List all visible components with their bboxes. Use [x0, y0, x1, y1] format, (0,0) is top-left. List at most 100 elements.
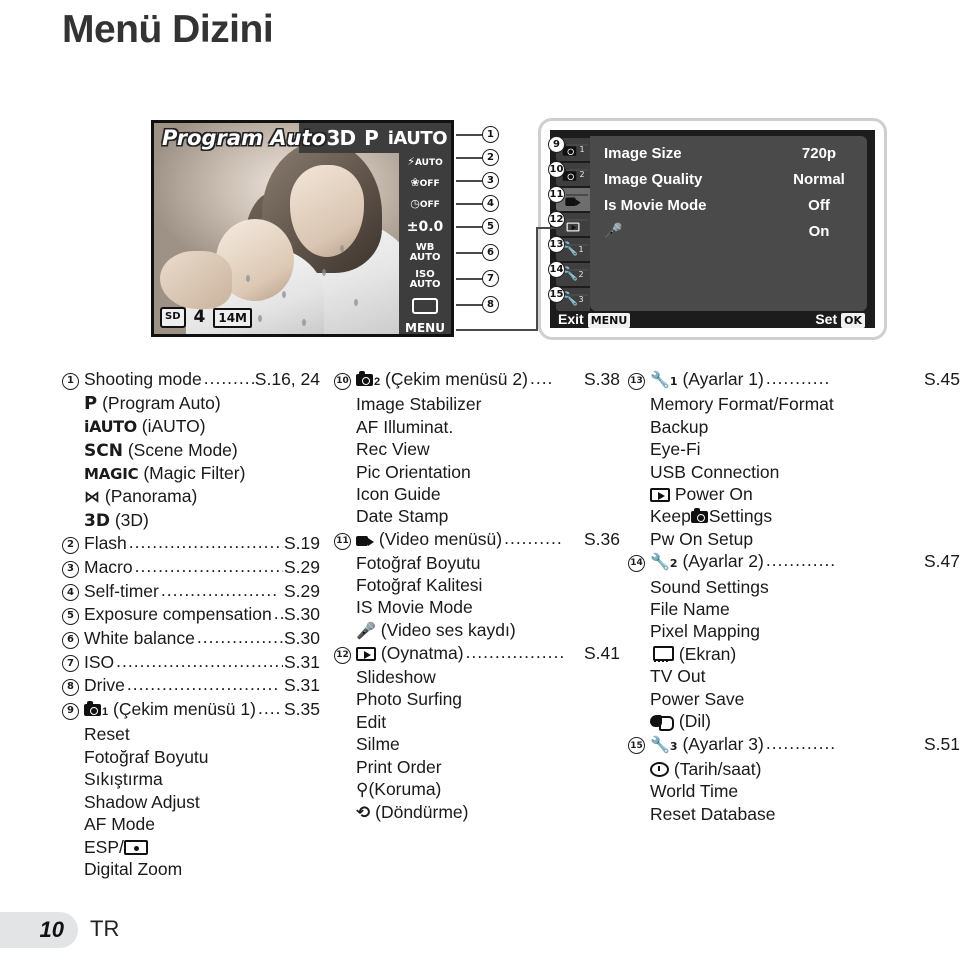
index-entry[interactable]: 3D (3D) — [62, 509, 320, 532]
index-entry[interactable]: World Time — [628, 780, 960, 802]
index-entry[interactable]: Reset Database — [628, 803, 960, 825]
entry-label: (Ekran) — [678, 643, 737, 664]
photo-pattern-dot — [246, 275, 250, 282]
menu-row[interactable]: Is Movie Mode Off — [604, 192, 855, 218]
index-entry[interactable]: 12 (Oynatma) ................. S.41 — [334, 642, 620, 666]
index-entry[interactable]: Pixel Mapping — [628, 620, 960, 642]
leader-line-13 — [566, 244, 588, 246]
index-entry[interactable]: Power On — [628, 483, 960, 505]
index-entry[interactable]: SCN (Scene Mode) — [62, 439, 320, 462]
photo-pattern-dot — [258, 315, 262, 322]
entry-label: (Panorama) — [104, 486, 198, 507]
index-entry[interactable]: 11 (Video menüsü) .......... S.36 — [334, 528, 620, 552]
index-entry[interactable]: Print Order — [334, 756, 620, 778]
entry-page: S.45 — [924, 369, 960, 389]
index-entry[interactable]: 5 Exposure compensation ... S.30 — [62, 603, 320, 627]
index-entry[interactable]: Image Stabilizer — [334, 393, 620, 415]
index-entry[interactable]: 6 White balance ................. S.30 — [62, 627, 320, 651]
entry-label: White balance — [84, 627, 195, 648]
index-entry[interactable]: 13 🔧1 (Ayarlar 1) ........... S.45 — [628, 368, 960, 393]
menu-row-value: On — [808, 222, 830, 240]
index-entry[interactable]: TV Out — [628, 665, 960, 687]
index-entry[interactable]: Slideshow — [334, 666, 620, 688]
index-entry[interactable]: Silme — [334, 733, 620, 755]
index-entry[interactable]: Fotoğraf Boyutu — [334, 552, 620, 574]
entry-label: (iAUTO) — [141, 416, 206, 437]
index-entry[interactable]: Eye-Fi — [628, 438, 960, 460]
menu-set-hint[interactable]: Set OK — [815, 311, 865, 328]
index-entry[interactable]: USB Connection — [628, 461, 960, 483]
index-entry[interactable]: Shadow Adjust — [62, 791, 320, 813]
index-entry[interactable]: Fotoğraf Boyutu — [62, 746, 320, 768]
entry-label: (Ayarlar 1) — [682, 369, 764, 389]
index-entry[interactable]: 15 🔧3 (Ayarlar 3) ............ S.51 — [628, 733, 960, 758]
index-entry[interactable]: Pic Orientation — [334, 461, 620, 483]
index-entry[interactable]: Icon Guide — [334, 483, 620, 505]
index-entry[interactable]: AF Mode — [62, 813, 320, 835]
index-entry[interactable]: ⟲ (Döndürme) — [334, 801, 620, 824]
menu-hint-label: MENU — [405, 321, 445, 335]
entry-label: Rec View — [356, 439, 430, 460]
entry-label: Drive — [84, 675, 125, 696]
index-entry[interactable]: Rec View — [334, 438, 620, 460]
index-entry[interactable]: Photo Surfing — [334, 688, 620, 710]
index-entry[interactable]: ⋈ (Panorama) — [62, 485, 320, 508]
index-column-1: 1 Shooting mode .......... S.16, 24 P (P… — [0, 368, 320, 880]
index-entry[interactable]: Backup — [628, 416, 960, 438]
menu-row[interactable]: 🎤 On — [604, 218, 855, 244]
entry-label: Fotoğraf Boyutu — [356, 552, 481, 573]
camera-menu1-icon — [84, 701, 101, 717]
index-entry[interactable]: Power Save — [628, 688, 960, 710]
index-entry[interactable]: ⚲ (Koruma) — [334, 778, 620, 801]
index-entry[interactable]: Sound Settings — [628, 576, 960, 598]
menu-row[interactable]: Image Size 720p — [604, 140, 855, 166]
index-entry[interactable]: 7 ISO ............................. S.31 — [62, 651, 320, 675]
index-entry[interactable]: iAUTO (iAUTO) — [62, 415, 320, 438]
entry-label: World Time — [650, 781, 739, 802]
index-entry[interactable]: Sıkıştırma — [62, 768, 320, 790]
live-view-icon-strip: ⚡AUTO ❀OFF ◷OFF ±0.0 WB AUTO ISO AUTO MENU — [399, 123, 451, 334]
index-entry[interactable]: (Ekran) — [628, 643, 960, 665]
index-entry[interactable]: AF Illuminat. — [334, 416, 620, 438]
index-entry[interactable]: IS Movie Mode — [334, 596, 620, 618]
index-entry[interactable]: (Tarih/saat) — [628, 758, 960, 780]
photo-pattern-dot — [322, 269, 326, 276]
index-entry[interactable]: 8 Drive .......................... S.31 — [62, 674, 320, 698]
menu-exit-hint[interactable]: Exit MENU — [558, 311, 631, 328]
entry-label: Edit — [356, 711, 387, 732]
index-entry[interactable]: 9 1 (Çekim menüsü 1) ..... S.35 — [62, 698, 320, 723]
index-entry[interactable]: Date Stamp — [334, 505, 620, 527]
index-entry[interactable]: File Name — [628, 598, 960, 620]
index-entry[interactable]: Reset — [62, 723, 320, 745]
index-entry[interactable]: Edit — [334, 711, 620, 733]
index-entry[interactable]: Digital Zoom — [62, 858, 320, 880]
index-entry[interactable]: Fotoğraf Kalitesi — [334, 574, 620, 596]
index-entry[interactable]: P (Program Auto) — [62, 392, 320, 415]
index-entry[interactable]: 10 2 (Çekim menüsü 2) .... S.38 — [334, 368, 620, 393]
leader-dots: .......... — [504, 527, 563, 548]
index-entry[interactable]: 1 Shooting mode .......... S.16, 24 — [62, 368, 320, 392]
index-entry[interactable]: Pw On Setup — [628, 528, 960, 550]
menu-key-badge: MENU — [587, 313, 631, 328]
mode-iauto-indicator: iAUTO — [387, 127, 448, 149]
index-entry[interactable]: Keep Settings — [628, 505, 960, 527]
index-entry[interactable]: 3 Macro .......................... S.29 — [62, 556, 320, 580]
index-entry[interactable]: 🎤 (Video ses kaydı) — [334, 619, 620, 642]
index-entry[interactable]: Memory Format/Format — [628, 393, 960, 415]
index-entry[interactable]: 4 Self-timer .................... S.29 — [62, 580, 320, 604]
index-entry[interactable]: (Dil) — [628, 710, 960, 732]
index-entry[interactable]: MAGIC (Magic Filter) — [62, 462, 320, 485]
index-entry[interactable]: 14 🔧2 (Ayarlar 2) ............ S.47 — [628, 550, 960, 575]
menu-row[interactable]: Image Quality Normal — [604, 166, 855, 192]
callout-bubble-12: 12 — [548, 211, 565, 228]
index-entry[interactable]: 2 Flash ........................... S.19 — [62, 532, 320, 556]
index-entry[interactable]: ESP/ — [62, 836, 320, 858]
leader-dots: .... — [529, 368, 554, 388]
leader-line-11 — [566, 194, 588, 196]
leader-line-6 — [456, 252, 482, 254]
entry-label: Self-timer — [84, 580, 159, 601]
battery-level-badge: 4 — [193, 307, 206, 327]
entry-label: Print Order — [356, 756, 442, 777]
entry-number: 4 — [62, 584, 79, 602]
leader-line-15 — [566, 294, 588, 296]
